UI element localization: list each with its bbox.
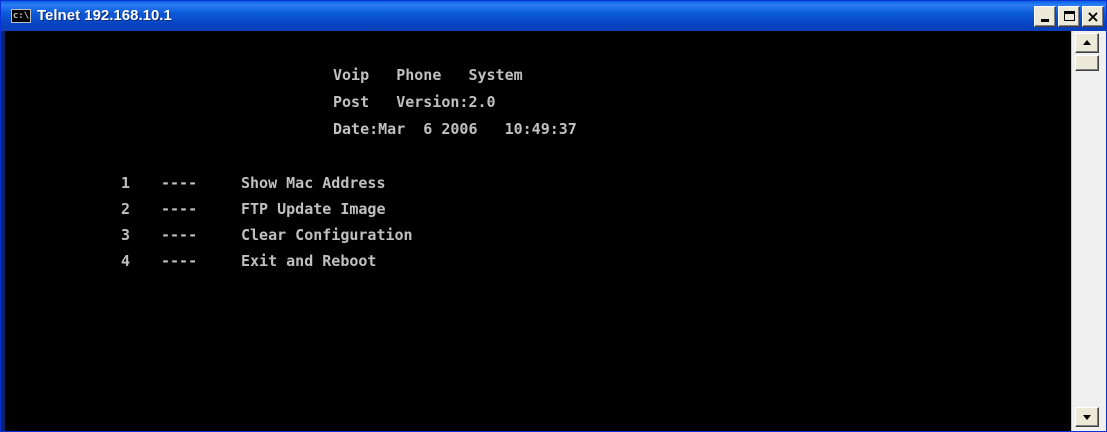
menu-item-dashes: ---- [161, 252, 198, 270]
terminal-output: Voip Phone System Post Version:2.0 Date:… [5, 31, 1071, 431]
telnet-window: c:\ Telnet 192.168.10.1 × Voip Phone Sys… [0, 0, 1107, 432]
close-button[interactable]: × [1082, 6, 1104, 27]
vertical-scrollbar[interactable] [1071, 31, 1106, 431]
menu-item-clear-config: Clear Configuration [241, 226, 413, 244]
menu-item-number: 1 [121, 174, 131, 192]
maximize-icon [1064, 11, 1075, 21]
header-line-date: Date:Mar 6 2006 10:49:37 [333, 120, 577, 138]
menu-item-exit-reboot: Exit and Reboot [241, 252, 377, 270]
menu-item-number: 3 [121, 226, 131, 244]
minimize-icon [1041, 19, 1049, 22]
menu-item-dashes: ---- [161, 200, 198, 218]
arrow-up-icon [1083, 40, 1091, 45]
header-line-version: Post Version:2.0 [333, 93, 496, 111]
maximize-button[interactable] [1058, 6, 1080, 27]
console-icon[interactable]: c:\ [11, 9, 31, 23]
menu-item-dashes: ---- [161, 226, 198, 244]
menu-item-number: 2 [121, 200, 131, 218]
close-icon: × [1086, 7, 1100, 26]
header-line-system: Voip Phone System [333, 66, 523, 84]
menu-item-ftp-update: FTP Update Image [241, 200, 386, 218]
menu-item-number: 4 [121, 252, 131, 270]
menu-item-dashes: ---- [161, 174, 198, 192]
scroll-up-button[interactable] [1075, 33, 1099, 53]
menu-item-show-mac: Show Mac Address [241, 174, 386, 192]
arrow-down-icon [1083, 415, 1091, 420]
console-area[interactable]: Voip Phone System Post Version:2.0 Date:… [5, 31, 1071, 431]
title-bar[interactable]: c:\ Telnet 192.168.10.1 × [1, 1, 1106, 31]
scroll-thumb[interactable] [1075, 55, 1099, 71]
minimize-button[interactable] [1034, 6, 1056, 27]
window-title: Telnet 192.168.10.1 [37, 7, 172, 24]
scroll-down-button[interactable] [1075, 407, 1099, 427]
